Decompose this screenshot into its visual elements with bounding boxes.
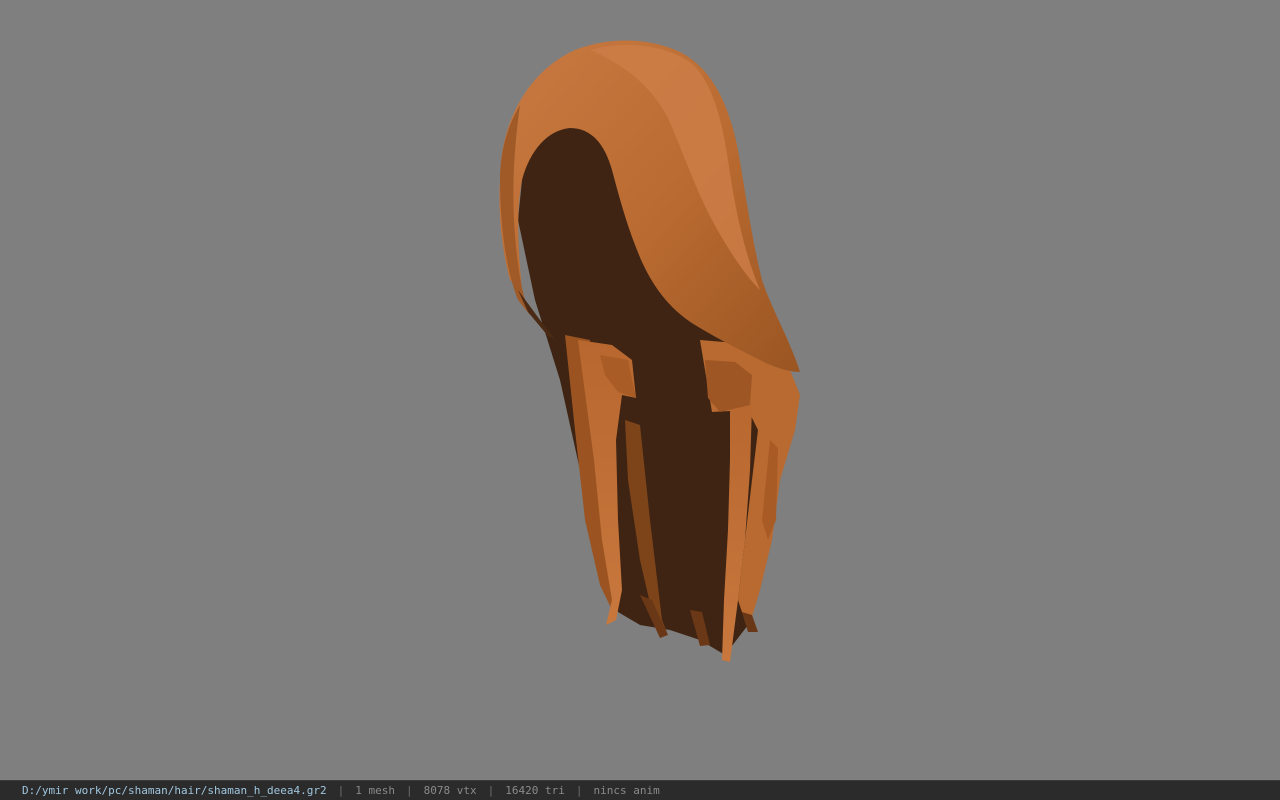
status-bar: D:/ymir work/pc/shaman/hair/shaman_h_dee… [0, 780, 1280, 800]
status-vertex-count: 8078 vtx [423, 784, 477, 797]
status-triangle-count: 16420 tri [505, 784, 565, 797]
status-mesh-count: 1 mesh [355, 784, 396, 797]
status-separator: | [406, 784, 413, 797]
3d-viewport[interactable] [0, 0, 1280, 780]
status-anim: nincs anim [593, 784, 660, 797]
status-separator: | [487, 784, 495, 797]
status-separator: | [575, 784, 583, 797]
status-file-path: D:/ymir work/pc/shaman/hair/shaman_h_dee… [22, 784, 327, 797]
hair-model-render [499, 40, 800, 662]
status-separator: | [337, 784, 345, 797]
